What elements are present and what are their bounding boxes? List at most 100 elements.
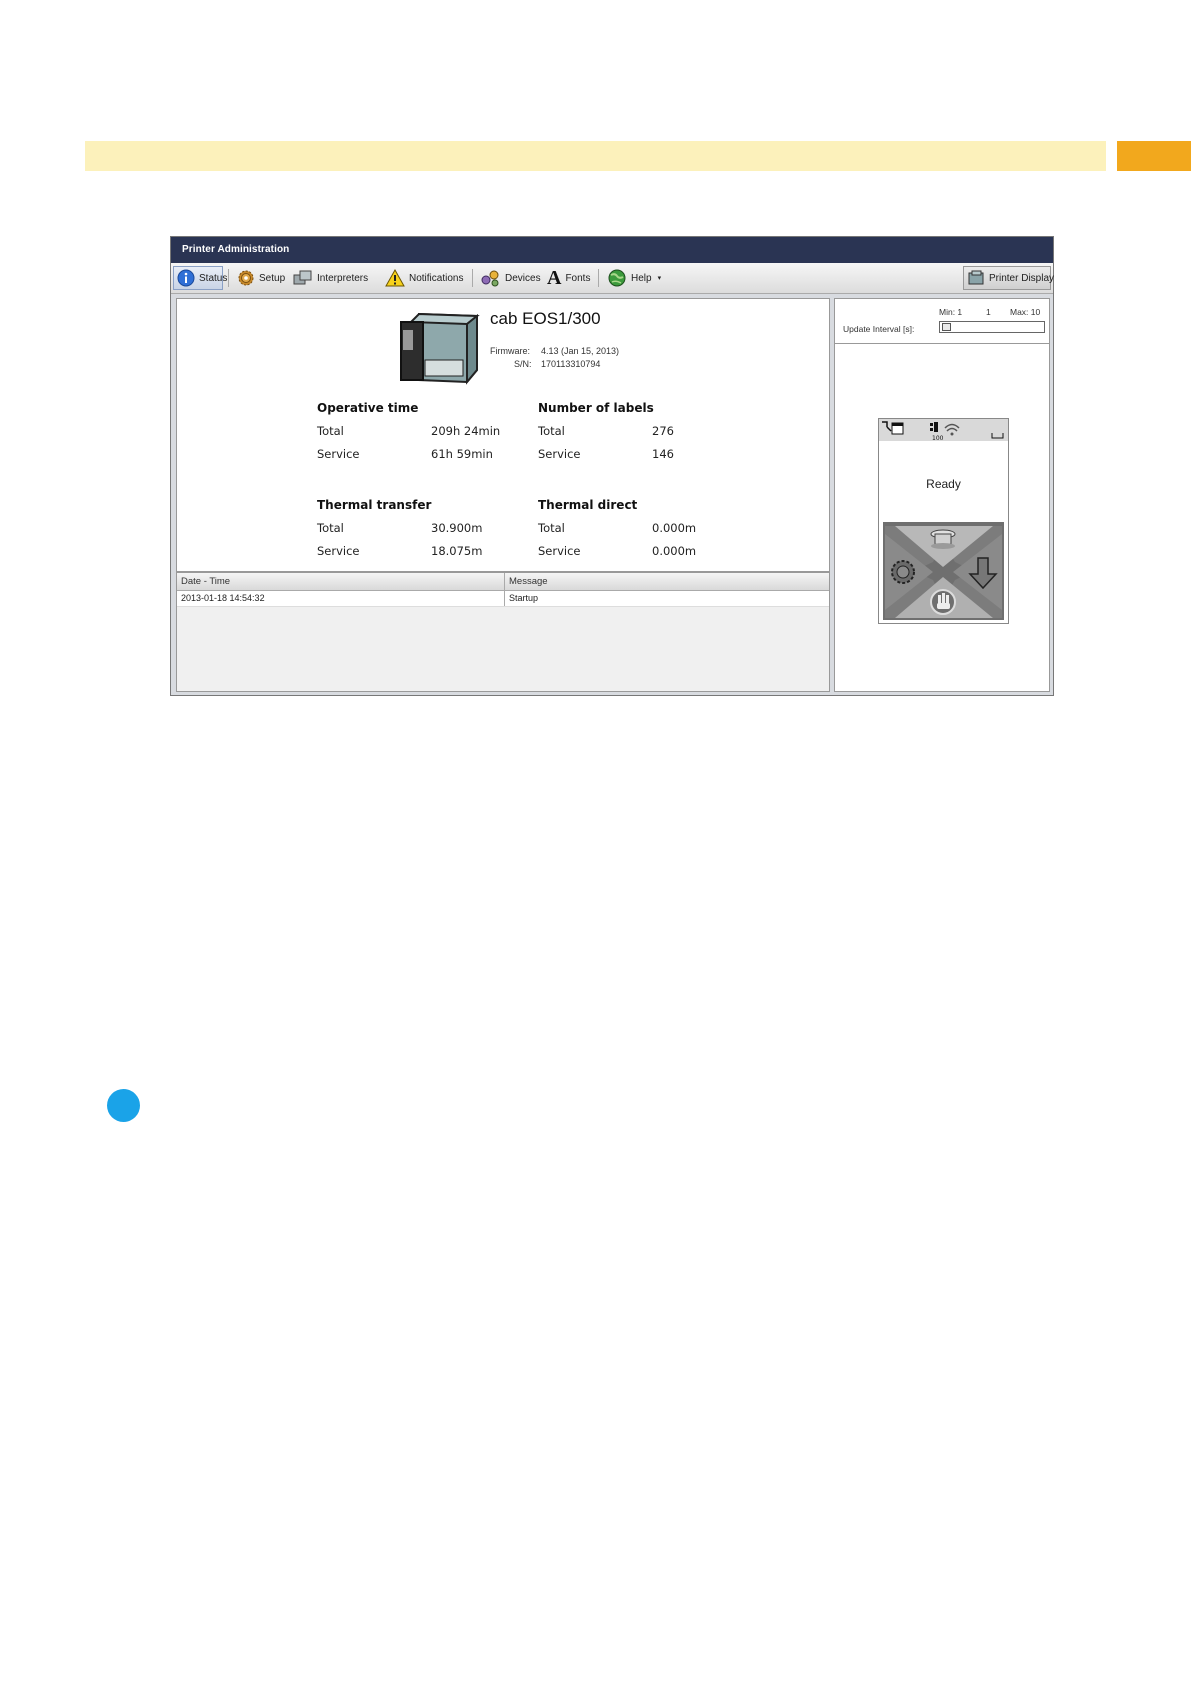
stat-label: Total [538,521,565,535]
thermal-direct-total-value: 0.000m [652,521,697,535]
chapter-header-tab [1117,141,1191,171]
thermal-direct-title: Thermal direct [538,498,638,512]
fonts-button[interactable]: A Fonts [544,266,593,290]
cup-icon [930,529,956,549]
labels-total-value: 276 [652,424,674,438]
help-globe-icon [608,269,626,287]
thermal-direct-total-row: Total 0.000m [538,521,748,535]
printers-icon [293,270,312,285]
status-bar-icons: 100 [882,421,1004,442]
wifi-icon [944,423,960,436]
slider-thumb[interactable] [942,323,951,331]
chapter-header-bar [85,141,1106,171]
labels-block: Number of labels Total 276 Service 146 [538,401,748,461]
update-interval-label: Update Interval [s]: [843,324,915,334]
warning-icon [385,269,405,287]
update-interval-area: Min: 1 1 Max: 10 Update Interval [s]: [835,299,1049,344]
thermal-direct-service-value: 0.000m [652,544,697,558]
thermal-direct-block: Thermal direct Total 0.000m Service 0.00… [538,498,748,558]
toolbar-separator [598,269,599,287]
printer-admin-window: Printer Administration Status Setup Inte… [170,236,1054,696]
info-bullet-icon [107,1089,140,1122]
font-icon: A [547,267,562,289]
interval-max-label: Max: 10 [1010,307,1041,317]
table-row[interactable]: 2013-01-18 14:54:32 Startup [177,591,829,607]
update-interval-slider[interactable] [939,321,1045,333]
thermal-transfer-total-row: Total 30.900m [317,521,527,535]
hand-stop-icon [930,589,956,615]
thermal-transfer-title: Thermal transfer [317,498,432,512]
labels-service-value: 146 [652,447,674,461]
display-status-text: Ready [926,477,961,491]
printer-model: cab EOS1/300 [490,309,601,328]
memory-icon [991,433,1004,439]
display-status-bar: 100 [879,419,1008,442]
info-icon [177,269,195,287]
status-label: Status [199,272,228,284]
printer-display-panel: Min: 1 1 Max: 10 Update Interval [s]: 10… [834,298,1050,692]
printer-display-label: Printer Display [989,272,1055,284]
stat-label: Total [317,521,344,535]
printer-lcd-display: 100 Ready [878,418,1009,624]
clock-icon [882,421,904,435]
chevron-down-icon: ▾ [657,275,662,282]
operative-time-service-value: 61h 59min [431,447,493,461]
log-message: Startup [509,593,539,603]
gear-icon [891,560,915,584]
thermal-transfer-service-row: Service 18.075m [317,544,527,558]
operative-time-title: Operative time [317,401,419,415]
devices-icon [481,270,499,287]
printer-display-button[interactable]: Printer Display [963,266,1055,290]
stat-label: Total [538,424,565,438]
labels-total-row: Total 276 [538,424,748,438]
stat-label: Service [538,544,581,558]
notifications-label: Notifications [409,272,464,284]
devices-label: Devices [505,272,541,284]
setup-label: Setup [259,272,286,284]
event-log-table: Date - Time Message 2013-01-18 14:54:32 … [176,572,830,692]
gear-icon [238,270,254,286]
firmware-label: Firmware: [490,346,530,356]
status-panel: cab EOS1/300 Firmware: 4.13 (Jan 15, 201… [176,298,830,572]
operative-time-total-row: Total 209h 24min [317,424,527,438]
network-icon [930,422,938,432]
status-number: 100 [932,435,944,441]
stat-label: Service [317,447,360,461]
operative-time-service-row: Service 61h 59min [317,447,527,461]
interpreters-button[interactable]: Interpreters [290,266,371,290]
interval-min-label: Min: 1 [939,307,963,317]
stat-label: Total [317,424,344,438]
interpreters-label: Interpreters [317,272,369,284]
toolbar-separator [472,269,473,287]
serial-number-value: 170113310794 [541,359,601,369]
window-title: Printer Administration [171,237,1053,263]
firmware-value: 4.13 (Jan 15, 2013) [541,346,620,356]
log-header: Date - Time Message [177,573,829,591]
thermal-transfer-service-value: 18.075m [431,544,483,558]
printer-image [400,312,480,385]
notifications-button[interactable]: Notifications [382,266,466,290]
help-label: Help [631,272,652,284]
toolbar: Status Setup Interpreters Notifications [171,263,1055,294]
log-datetime: 2013-01-18 14:54:32 [177,591,505,606]
printer-display-icon [968,270,984,285]
labels-title: Number of labels [538,401,654,415]
stat-label: Service [317,544,360,558]
operative-time-total-value: 209h 24min [431,424,501,438]
stat-label: Service [538,447,581,461]
serial-number-label: S/N: [514,359,532,369]
labels-service-row: Service 146 [538,447,748,461]
column-header-message[interactable]: Message [505,573,829,590]
help-button[interactable]: Help ▾ [604,266,664,290]
setup-button[interactable]: Setup [234,266,288,290]
devices-button[interactable]: Devices [478,266,544,290]
thermal-transfer-block: Thermal transfer Total 30.900m Service 1… [317,498,527,558]
thermal-transfer-total-value: 30.900m [431,521,483,535]
operative-time-block: Operative time Total 209h 24min Service … [317,401,527,461]
thermal-direct-service-row: Service 0.000m [538,544,748,558]
interval-current-value: 1 [986,307,991,317]
navigation-pad [883,522,1004,620]
fonts-label: Fonts [565,272,591,284]
status-button[interactable]: Status [173,266,227,290]
column-header-date-time[interactable]: Date - Time [177,573,505,590]
